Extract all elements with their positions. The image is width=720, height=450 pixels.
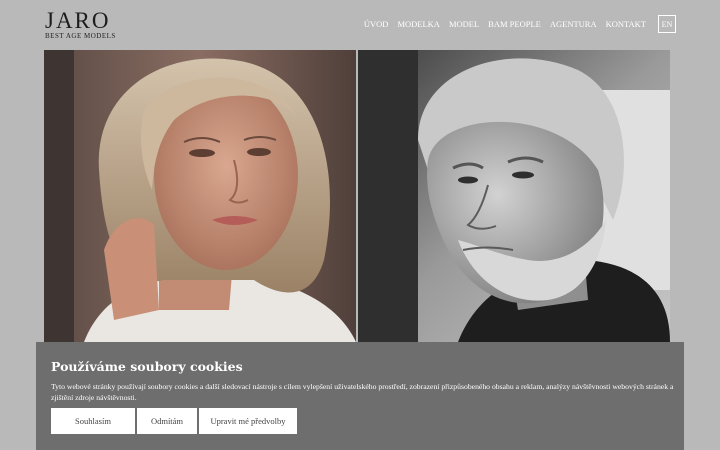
logo[interactable]: JARO BEST AGE MODELS: [45, 8, 117, 41]
nav-item-bam-people[interactable]: BAM PEOPLE: [488, 19, 541, 29]
language-switch[interactable]: EN: [658, 15, 676, 33]
nav-item-modelka[interactable]: MODELKA: [397, 19, 440, 29]
main-nav: ÚVOD MODELKA MODEL BAM PEOPLE AGENTURA K…: [355, 15, 676, 33]
cookie-description: Tyto webové stránky používají soubory co…: [51, 382, 674, 402]
hero-photo-man: [358, 50, 670, 342]
accept-cookies-button[interactable]: Souhlasím: [51, 408, 135, 434]
nav-item-agentura[interactable]: AGENTURA: [550, 19, 597, 29]
cookie-preferences-button[interactable]: Upravit mé předvolby: [199, 408, 297, 434]
nav-item-model[interactable]: MODEL: [449, 19, 479, 29]
man-portrait-image: [358, 50, 670, 342]
nav-item-kontakt[interactable]: KONTAKT: [606, 19, 646, 29]
cookie-banner: Používáme soubory cookies Tyto webové st…: [36, 342, 684, 450]
nav-item-uvod[interactable]: ÚVOD: [364, 19, 389, 29]
reject-cookies-button[interactable]: Odmítám: [137, 408, 197, 434]
woman-portrait-image: [44, 50, 356, 342]
logo-title: JARO: [45, 8, 111, 33]
logo-subtitle: BEST AGE MODELS: [45, 32, 116, 40]
cookie-buttons: Souhlasím Odmítám Upravit mé předvolby: [51, 408, 299, 434]
site-header: JARO BEST AGE MODELS ÚVOD MODELKA MODEL …: [0, 0, 720, 48]
cookie-title: Používáme soubory cookies: [51, 359, 243, 374]
hero-photo-woman: [44, 50, 356, 342]
